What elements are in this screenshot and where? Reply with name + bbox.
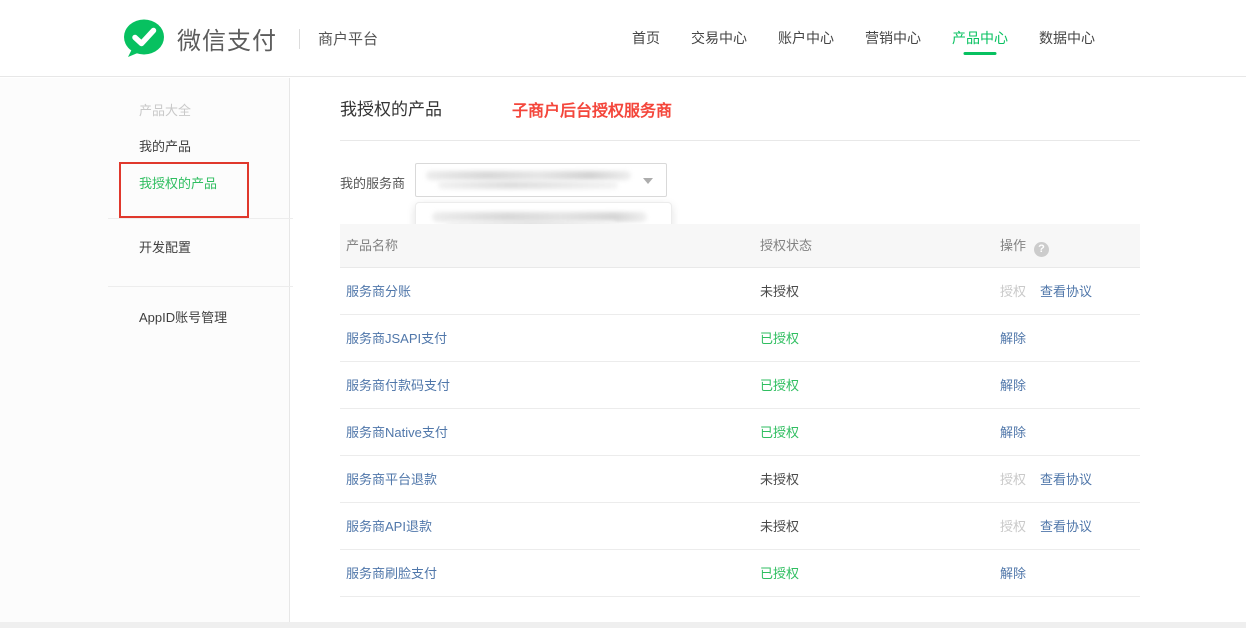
action-view-agreement[interactable]: 查看协议 [1040,268,1092,315]
table-header: 产品名称 授权状态 操作? [340,224,1140,268]
sidebar: 产品大全 我的产品 我授权的产品 开发配置 AppID账号管理 [0,78,290,622]
provider-select[interactable] [415,163,667,197]
table-row: 服务商平台退款 未授权 授权 查看协议 [340,456,1140,503]
title-divider [340,140,1140,141]
product-link[interactable]: 服务商平台退款 [346,456,437,503]
column-operation-label: 操作 [1000,238,1026,253]
product-link[interactable]: 服务商分账 [346,268,411,315]
product-link[interactable]: 服务商JSAPI支付 [346,315,447,362]
product-link[interactable]: 服务商付款码支付 [346,362,450,409]
annotation-text: 子商户后台授权服务商 [512,97,672,121]
column-auth-status: 授权状态 [760,224,812,268]
table-row: 服务商Native支付 已授权 解除 [340,409,1140,456]
wechat-pay-logo-icon [120,19,167,59]
action-authorize[interactable]: 授权 [1000,268,1026,315]
status-text: 已授权 [760,315,799,362]
status-text: 已授权 [760,550,799,597]
sidebar-item-my-products[interactable]: 我的产品 [139,138,191,156]
status-text: 未授权 [760,503,799,550]
action-authorize[interactable]: 授权 [1000,503,1026,550]
page-bottom-edge [0,622,1246,628]
sidebar-item-appid-manage[interactable]: AppID账号管理 [139,309,227,327]
status-text: 未授权 [760,268,799,315]
action-revoke[interactable]: 解除 [1000,315,1026,362]
table-row: 服务商刷脸支付 已授权 解除 [340,550,1140,597]
wechat-pay-merchant-page: 微信支付 商户平台 首页 交易中心 账户中心 营销中心 产品中心 数据中心 产品… [0,0,1246,628]
table-row: 服务商分账 未授权 授权 查看协议 [340,268,1140,315]
status-text: 未授权 [760,456,799,503]
action-view-agreement[interactable]: 查看协议 [1040,456,1092,503]
table-row: 服务商付款码支付 已授权 解除 [340,362,1140,409]
top-header: 微信支付 商户平台 首页 交易中心 账户中心 营销中心 产品中心 数据中心 [0,0,1246,77]
action-revoke[interactable]: 解除 [1000,362,1026,409]
column-product-name: 产品名称 [346,224,398,268]
censored-text-blur [426,171,631,180]
table-row: 服务商API退款 未授权 授权 查看协议 [340,503,1140,550]
censored-text-blur [438,181,618,189]
brand-group[interactable]: 微信支付 商户平台 [120,0,378,77]
table-row: 服务商JSAPI支付 已授权 解除 [340,315,1140,362]
status-text: 已授权 [760,362,799,409]
nav-data-center[interactable]: 数据中心 [1039,0,1095,77]
sidebar-divider [108,218,293,219]
sidebar-item-dev-config[interactable]: 开发配置 [139,239,191,257]
top-nav: 首页 交易中心 账户中心 营销中心 产品中心 数据中心 [632,0,1095,77]
annotation-rectangle [119,162,249,218]
portal-title: 商户平台 [318,28,378,49]
nav-marketing-center[interactable]: 营销中心 [865,0,921,77]
action-view-agreement[interactable]: 查看协议 [1040,503,1092,550]
nav-account-center[interactable]: 账户中心 [778,0,834,77]
nav-transactions[interactable]: 交易中心 [691,0,747,77]
action-revoke[interactable]: 解除 [1000,550,1026,597]
page-title: 我授权的产品 [340,95,442,120]
column-operation: 操作? [1000,224,1049,268]
chevron-down-icon [643,178,653,184]
authorization-table: 产品名称 授权状态 操作? 服务商分账 未授权 授权 查看协议 服务商JSAPI… [340,224,1140,597]
nav-product-center[interactable]: 产品中心 [952,0,1008,77]
nav-home[interactable]: 首页 [632,0,660,77]
provider-label: 我的服务商 [340,173,405,192]
product-link[interactable]: 服务商刷脸支付 [346,550,437,597]
sidebar-section-title: 产品大全 [139,102,191,120]
sidebar-divider [108,286,293,287]
help-icon[interactable]: ? [1034,242,1049,257]
brand-divider [299,29,300,49]
status-text: 已授权 [760,409,799,456]
action-revoke[interactable]: 解除 [1000,409,1026,456]
action-authorize[interactable]: 授权 [1000,456,1026,503]
brand-title: 微信支付 [177,21,277,56]
product-link[interactable]: 服务商Native支付 [346,409,448,456]
product-link[interactable]: 服务商API退款 [346,503,432,550]
